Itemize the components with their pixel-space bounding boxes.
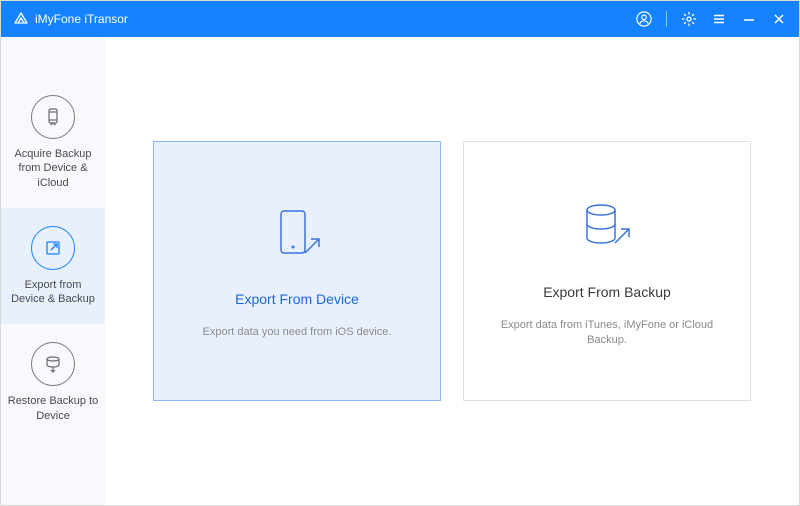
app-title: iMyFone iTransor (35, 12, 128, 26)
card-export-from-device[interactable]: Export From Device Export data you need … (153, 141, 441, 401)
logo-icon (13, 10, 29, 29)
account-button[interactable] (636, 11, 652, 27)
device-cloud-icon (31, 95, 75, 139)
close-button[interactable] (771, 11, 787, 27)
card-description: Export data from iTunes, iMyFone or iClo… (484, 318, 730, 349)
sidebar-item-label: Export from Device & Backup (7, 278, 99, 307)
sidebar-item-restore[interactable]: Restore Backup to Device (1, 324, 105, 441)
sidebar-item-label: Acquire Backup from Device & iCloud (7, 147, 99, 190)
sidebar-item-export[interactable]: Export from Device & Backup (1, 208, 105, 325)
sidebar-item-acquire-backup[interactable]: Acquire Backup from Device & iCloud (1, 77, 105, 208)
settings-button[interactable] (681, 11, 697, 27)
card-title: Export From Backup (543, 284, 671, 300)
minimize-button[interactable] (741, 11, 757, 27)
main-content: Export From Device Export data you need … (105, 37, 799, 505)
export-icon (31, 226, 75, 270)
app-window: iMyFone iTransor (0, 0, 800, 506)
titlebar: iMyFone iTransor (1, 1, 799, 37)
card-description: Export data you need from iOS device. (203, 325, 392, 340)
menu-button[interactable] (711, 11, 727, 27)
device-export-icon (261, 201, 333, 273)
sidebar: Acquire Backup from Device & iCloud Expo… (1, 37, 105, 505)
body: Acquire Backup from Device & iCloud Expo… (1, 37, 799, 505)
backup-export-icon (571, 194, 643, 266)
restore-icon (31, 342, 75, 386)
app-logo: iMyFone iTransor (13, 10, 128, 29)
card-title: Export From Device (235, 291, 359, 307)
sidebar-item-label: Restore Backup to Device (7, 394, 99, 423)
window-controls (636, 11, 787, 27)
card-export-from-backup[interactable]: Export From Backup Export data from iTun… (463, 141, 751, 401)
separator (666, 11, 667, 27)
